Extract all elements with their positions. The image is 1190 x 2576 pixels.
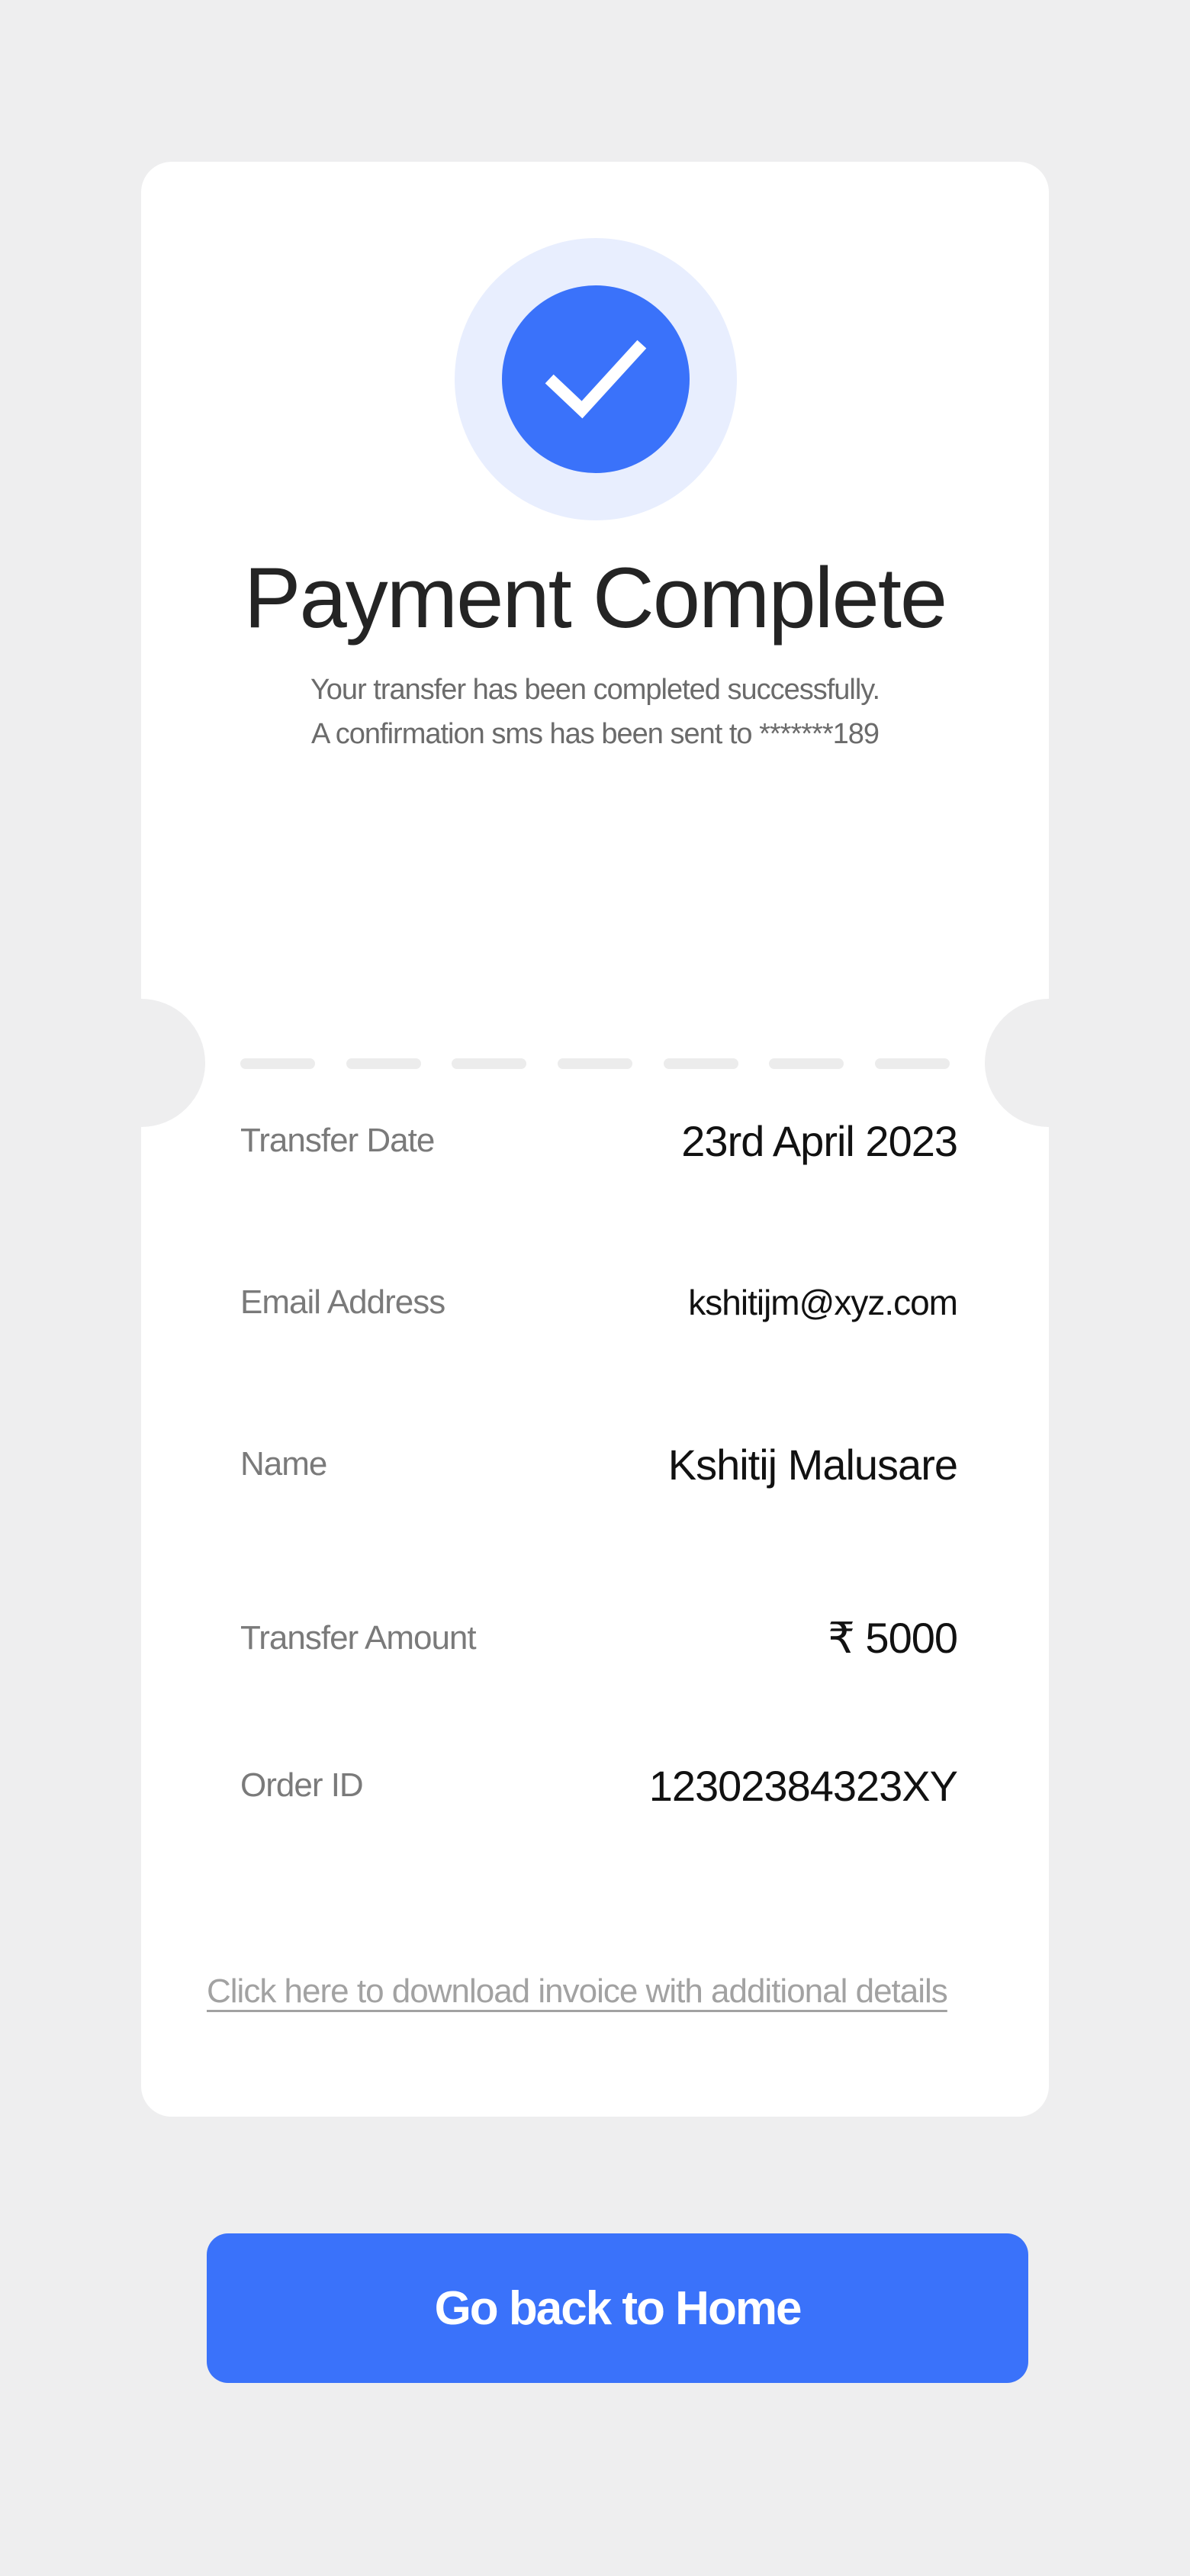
detail-value: kshitijm@xyz.com [688,1283,958,1322]
ticket-notch-right [985,999,1113,1127]
detail-row-name: Name Kshitij Malusare [240,1430,958,1499]
divider-dash [663,1058,738,1069]
detail-row-transfer-date: Transfer Date 23rd April 2023 [240,1106,958,1175]
check-icon [545,340,647,419]
detail-label: Email Address [240,1283,445,1321]
page-title: Payment Complete [243,550,947,646]
detail-label: Name [240,1445,327,1483]
detail-row-order-id: Order ID 12302384323XY [240,1751,958,1820]
detail-label: Transfer Amount [240,1619,477,1657]
detail-row-email: Email Address kshitijm@xyz.com [240,1268,958,1337]
receipt-card: Payment Complete Your transfer has been … [77,162,1113,2117]
detail-value: ₹ 5000 [828,1614,958,1662]
divider-dash [769,1058,844,1069]
ticket-divider [240,1058,950,1069]
ticket-notch-left [77,999,205,1127]
detail-value: 23rd April 2023 [681,1116,958,1165]
detail-label: Order ID [240,1766,364,1804]
divider-dash [452,1058,527,1069]
detail-value: 12302384323XY [648,1761,958,1810]
divider-dash [557,1058,632,1069]
divider-dash [874,1058,950,1069]
download-invoice-link[interactable]: Click here to download invoice with addi… [207,1972,948,2011]
success-badge [502,285,690,473]
detail-label: Transfer Date [240,1122,435,1159]
success-message: Your transfer has been completed success… [310,674,880,706]
confirmation-message: A confirmation sms has been sent to ****… [310,718,880,750]
success-icon-halo [455,238,737,520]
detail-row-transfer-amount: Transfer Amount ₹ 5000 [240,1604,958,1673]
go-home-button[interactable]: Go back to Home [207,2233,1028,2383]
detail-value: Kshitij Malusare [667,1440,958,1489]
divider-dash [240,1058,315,1069]
divider-dash [346,1058,421,1069]
